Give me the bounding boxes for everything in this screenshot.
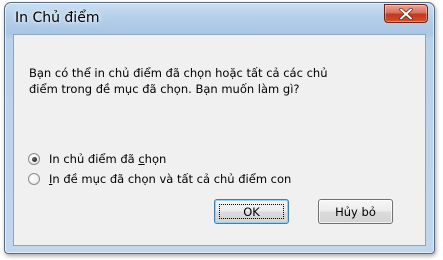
message-line-2: điểm trong đề mục đã chọn. Bạn muốn làm … bbox=[29, 82, 300, 96]
radio-option-heading-and-subtopics[interactable]: In đề mục đã chọn và tất cả chủ điểm con bbox=[28, 171, 291, 187]
radio-label-selected-topic: In chủ điểm đã chọn bbox=[49, 152, 167, 166]
cancel-button[interactable]: Hủy bỏ bbox=[318, 199, 393, 224]
ok-button[interactable]: OK bbox=[214, 199, 289, 224]
radio-button-selected[interactable] bbox=[28, 153, 40, 165]
dialog-message: Bạn có thể in chủ điểm đã chọn hoặc tất … bbox=[29, 65, 409, 97]
title-bar[interactable]: In Chủ điểm bbox=[5, 3, 434, 34]
close-x-icon bbox=[399, 7, 413, 20]
radio-option-selected-topic[interactable]: In chủ điểm đã chọn bbox=[28, 151, 166, 167]
radio-button-unselected[interactable] bbox=[28, 173, 40, 185]
message-line-1: Bạn có thể in chủ điểm đã chọn hoặc tất … bbox=[29, 66, 328, 80]
radio-label-heading-and-subtopics: In đề mục đã chọn và tất cả chủ điểm con bbox=[49, 172, 292, 186]
window-title: In Chủ điểm bbox=[15, 10, 100, 26]
ok-button-label: OK bbox=[243, 204, 260, 219]
dialog-window: In Chủ điểm Bạn có thể in chủ điểm đã ch… bbox=[4, 2, 435, 254]
close-button[interactable] bbox=[384, 4, 428, 23]
cancel-button-label: Hủy bỏ bbox=[335, 204, 376, 219]
dialog-body: Bạn có thể in chủ điểm đã chọn hoặc tất … bbox=[13, 34, 426, 246]
